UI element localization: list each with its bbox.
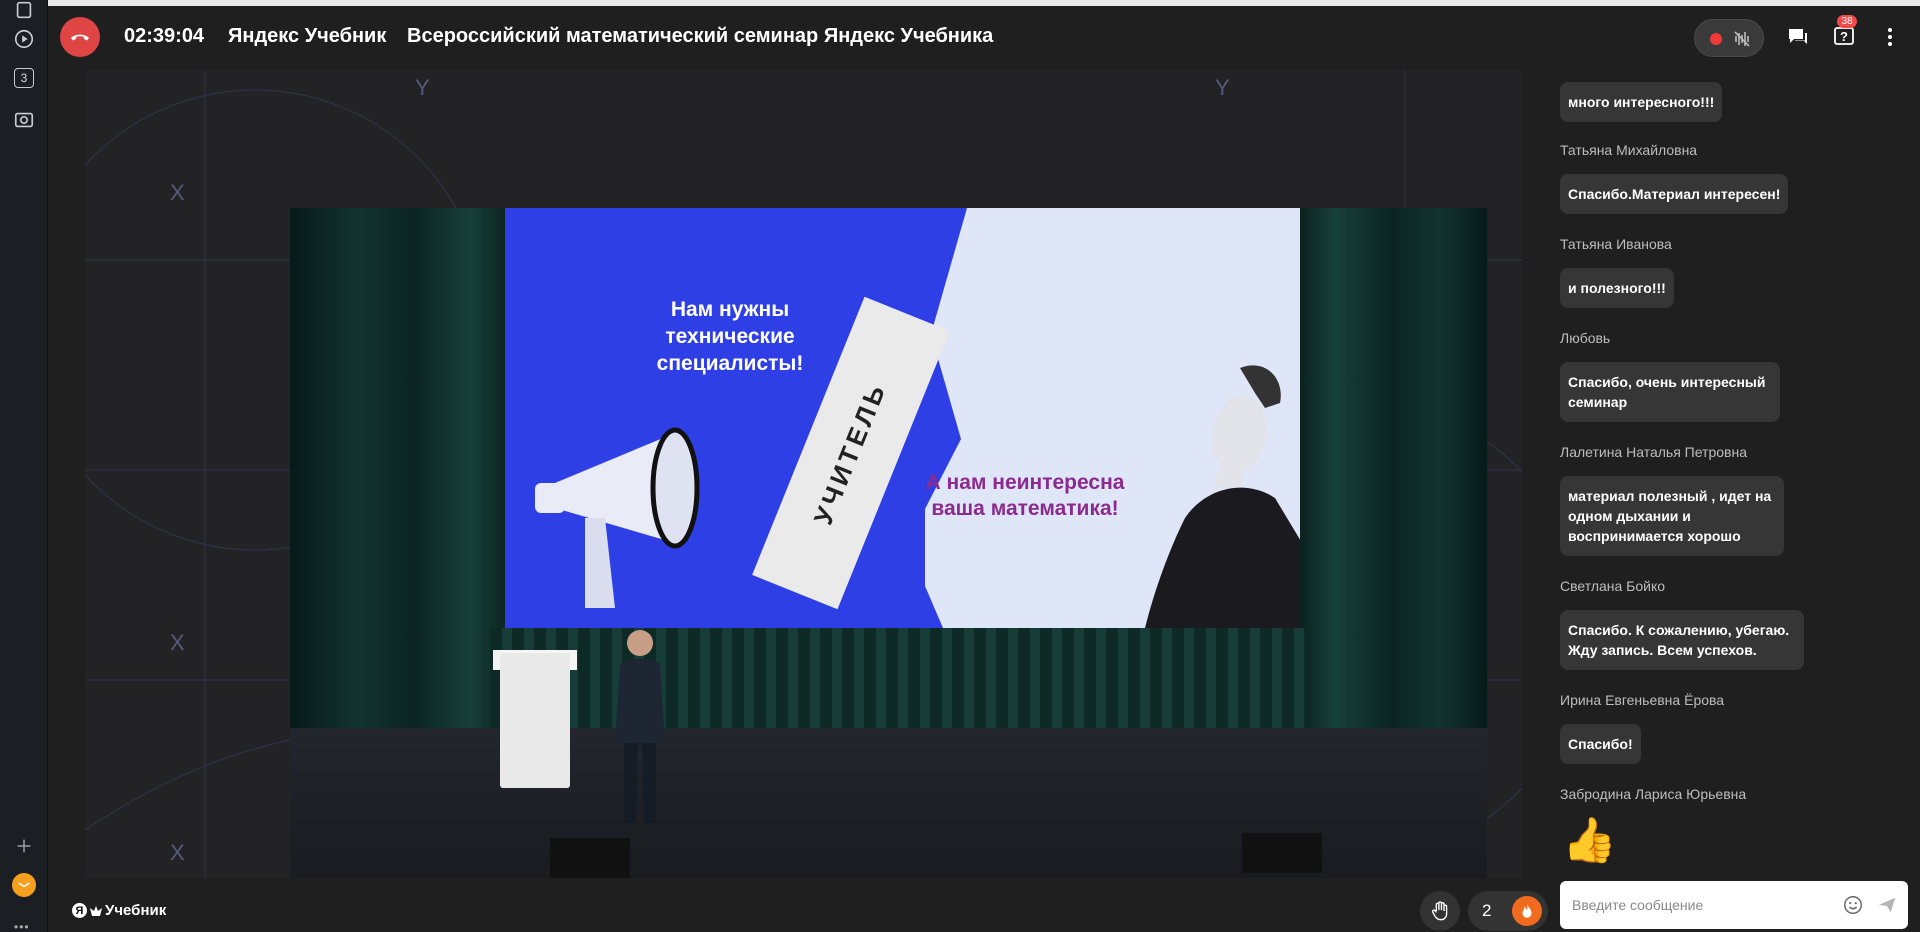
- slide-person-image: [1145, 365, 1300, 628]
- record-dot-icon: [1710, 33, 1722, 45]
- screenshot-icon[interactable]: [12, 108, 36, 132]
- tab-counter[interactable]: 3: [12, 66, 36, 90]
- chat-message: и полезного!!!: [1560, 268, 1674, 308]
- logo-label: Учебник: [105, 902, 167, 919]
- chat-author: Забродина Лариса Юрьевна: [1560, 786, 1747, 802]
- brand-name: Яндекс Учебник: [228, 25, 387, 47]
- hangup-button[interactable]: [60, 17, 100, 57]
- svg-text:X: X: [170, 630, 185, 655]
- hand-icon: [1431, 901, 1448, 921]
- emoji-picker-icon[interactable]: [1842, 894, 1864, 916]
- chat-icon[interactable]: [1786, 25, 1810, 49]
- svg-text:X: X: [170, 840, 185, 865]
- speaker-person: [615, 630, 665, 823]
- call-timer: 02:39:04: [124, 25, 205, 47]
- svg-text:?: ?: [1840, 29, 1848, 44]
- chat-panel: много интересного!!! Татьяна Михайловна …: [1560, 70, 1920, 878]
- plus-icon[interactable]: [12, 834, 36, 858]
- notes-icon[interactable]: [12, 0, 36, 22]
- questions-icon[interactable]: ?: [1832, 25, 1856, 49]
- svg-text:X: X: [170, 180, 185, 205]
- stage-monitor-left: [550, 838, 630, 878]
- yandex-logo-icon: Я: [72, 903, 87, 918]
- bird-logo-icon: [90, 905, 102, 916]
- thumbs-up-emoji: 👍: [1562, 816, 1617, 865]
- questions-badge: 38: [1837, 15, 1857, 28]
- yandex-uchebnik-logo: Я Учебник: [72, 902, 166, 919]
- chat-message: много интересного!!!: [1560, 82, 1723, 122]
- megaphone-image: [535, 427, 700, 608]
- message-composer: [1560, 881, 1908, 929]
- fire-icon: [1512, 896, 1542, 926]
- play-icon[interactable]: [12, 27, 36, 51]
- reactions-button[interactable]: 2: [1468, 891, 1548, 931]
- mic-muted-icon: [1734, 31, 1750, 47]
- send-icon[interactable]: [1876, 894, 1898, 916]
- chat-message: материал полезный , идет на одном дыхани…: [1560, 476, 1784, 556]
- chat-author: Любовь: [1560, 330, 1611, 346]
- podium: [500, 653, 570, 788]
- message-input[interactable]: [1572, 893, 1832, 917]
- video-stage: YYY XXX Нам нужны технические специалист…: [85, 70, 1522, 878]
- chat-author: Татьяна Михайловна: [1560, 142, 1698, 158]
- chat-message: Спасибо!: [1560, 724, 1641, 764]
- mail-app-icon[interactable]: [12, 873, 36, 897]
- video-feed[interactable]: Нам нужны технические специалисты! УЧИТЕ…: [290, 208, 1487, 878]
- left-rail: 3 •••: [0, 0, 48, 932]
- more-options-icon[interactable]: [1878, 25, 1902, 49]
- slide-right-text: А нам неинтересна ваша математика!: [925, 471, 1125, 520]
- chat-author: Татьяна Иванова: [1560, 236, 1672, 252]
- recording-indicator[interactable]: [1694, 19, 1764, 57]
- tab-count-label: 3: [14, 68, 34, 88]
- svg-text:Y: Y: [1215, 75, 1230, 100]
- chat-author: Ирина Евгеньевна Ёрова: [1560, 692, 1725, 708]
- reaction-count: 2: [1482, 901, 1492, 920]
- browser-bookmarks-strip: [48, 0, 1920, 6]
- chat-message: Спасибо.Материал интересен!: [1560, 174, 1789, 214]
- svg-text:Y: Y: [415, 75, 430, 100]
- raise-hand-button[interactable]: [1420, 891, 1460, 931]
- meeting-title: Всероссийский математический семинар Янд…: [407, 25, 994, 47]
- presentation-screen: Нам нужны технические специалисты! УЧИТЕ…: [505, 208, 1300, 628]
- slide-left-text: Нам нужны технические специалисты!: [656, 298, 804, 375]
- chat-author: Светлана Бойко: [1560, 578, 1666, 594]
- chat-message: Спасибо, очень интересный семинар: [1560, 362, 1780, 422]
- chat-author: Лалетина Наталья Петровна: [1560, 444, 1747, 460]
- stage-monitor-right: [1242, 833, 1322, 873]
- more-apps-icon[interactable]: •••: [14, 920, 30, 932]
- phone-hangup-icon: [71, 34, 89, 41]
- chat-message: Спасибо. К сожалению, убегаю. Жду запись…: [1560, 610, 1804, 670]
